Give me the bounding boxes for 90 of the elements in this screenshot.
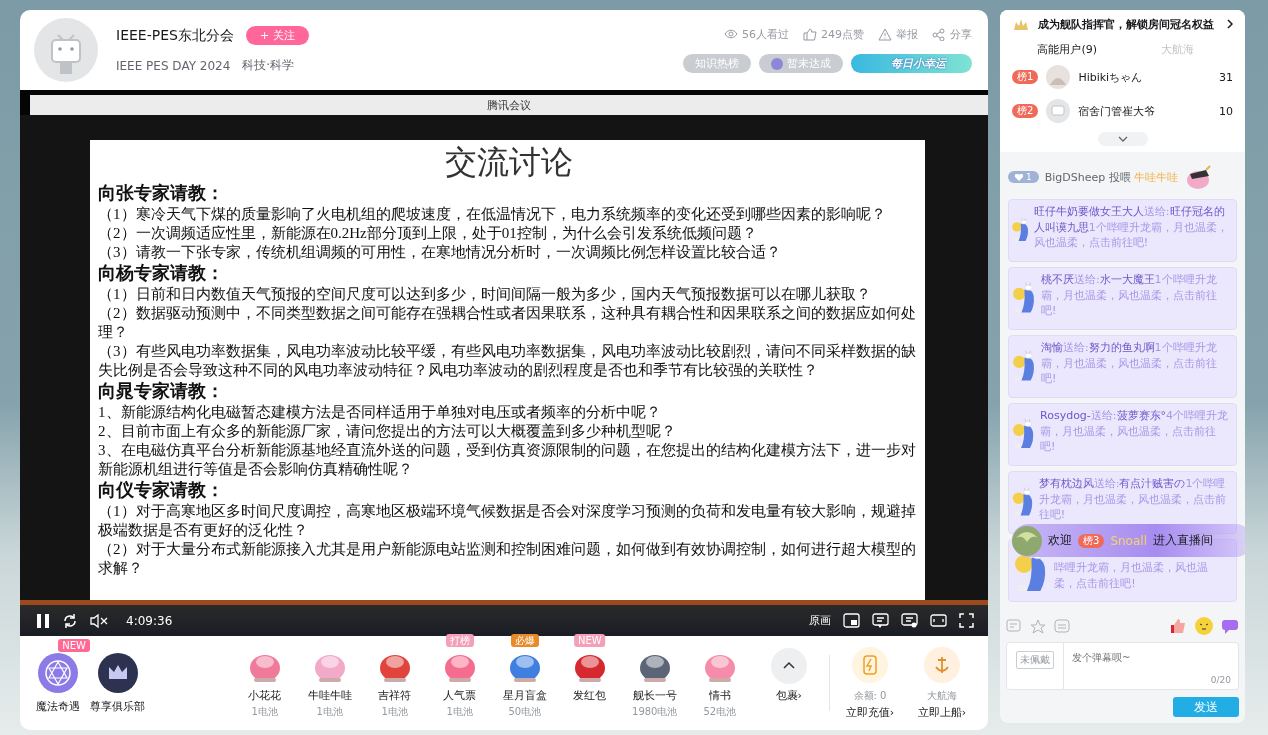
gift-notice-text: 旺仔牛奶要做女王大人送给:旺仔冠名的人叫谟九思1个哔哩升龙霸，月也温柔，风也温柔，点击前往吧! bbox=[1033, 204, 1229, 251]
star-icon[interactable] bbox=[1030, 618, 1046, 634]
board-link[interactable]: 立即上船› bbox=[917, 704, 967, 720]
avatar-icon bbox=[1046, 99, 1071, 123]
chevron-right-icon[interactable] bbox=[1227, 19, 1233, 29]
rank-badge: 榜2 bbox=[1012, 104, 1039, 118]
club-button[interactable]: 尊享俱乐部 bbox=[90, 652, 145, 714]
widescreen-icon[interactable] bbox=[930, 613, 947, 628]
battery-icon bbox=[852, 646, 888, 683]
score: 10 bbox=[1219, 104, 1233, 118]
slide-text: 3、在电磁仿真平台分析新能源基地经直流外送的问题，受到仿真资源限制的问题，在您提出的结构化建模方法下，进一步对新能源机组进行等值是否会影响仿真精确性呢？ bbox=[98, 441, 917, 479]
rank-badge: 榜3 bbox=[1078, 533, 1105, 548]
playback-time: 4:09:36 bbox=[126, 613, 173, 628]
orb-icon bbox=[771, 57, 783, 70]
picture-in-picture-icon[interactable] bbox=[843, 613, 860, 628]
caret-up-icon bbox=[770, 647, 807, 684]
gift-notice-text: 桃不厌送给:水一大魔王1个哔哩升龙霸，月也温柔，风也温柔，点击前往吧! bbox=[1040, 272, 1218, 319]
gift-item[interactable]: 人气票 1电池 bbox=[431, 647, 489, 719]
thumbs-up-icon bbox=[803, 28, 817, 41]
chat-bubble-icon[interactable] bbox=[1221, 618, 1239, 634]
gift-notice-text: Rosydog-送给:菠萝赛东°4个哔哩升龙霸，月也温柔，风也温柔，点击前往吧! bbox=[1040, 408, 1230, 455]
gift-item[interactable]: 牛哇牛哇 1电池 bbox=[301, 647, 359, 719]
danmaku-icon[interactable] bbox=[872, 613, 889, 628]
category-label[interactable]: 科技·科学 bbox=[242, 57, 295, 74]
streamer-name: IEEE-PES东北分会 bbox=[116, 26, 234, 45]
slide-heading: 向张专家请教： bbox=[98, 182, 225, 205]
danmaku-settings-icon[interactable] bbox=[901, 613, 918, 628]
avatar-icon bbox=[34, 18, 98, 82]
pause-icon[interactable] bbox=[36, 612, 50, 629]
chevron-down-icon bbox=[1117, 136, 1128, 142]
gift-notice-text: 哔哩升龙霸，月也温柔，风也温柔，点击前往吧! bbox=[1054, 560, 1210, 592]
avatar-icon bbox=[1012, 525, 1042, 556]
slide-text: （3）有些风电功率数据集，风电功率波动比较平缓，有些风电功率数据集，风电功率波动比较剧烈，请问不同采样数据的缺失比例是否会导致这种不同的风电功率波动特征？风电功率波动的剧烈程度是否也和季节有比较强的关联性？ bbox=[98, 342, 917, 380]
slide-heading: 向仪专家请教： bbox=[98, 479, 225, 502]
welcome-text: 进入直播间 bbox=[1152, 532, 1213, 549]
medal-tag: 未佩戴 bbox=[1016, 651, 1054, 669]
emoji-icon[interactable] bbox=[1195, 617, 1213, 635]
avatar-icon bbox=[1046, 65, 1071, 89]
gift-item[interactable]: 吉祥符 1电池 bbox=[366, 647, 424, 719]
magic-circle-icon bbox=[38, 652, 78, 693]
slide-text: 2、目前市面上有众多的新能源厂家，请问您提出的方法可以大概覆盖到多少种机型呢？ bbox=[98, 422, 677, 441]
slide-text: （2）对于大量分布式新能源接入尤其是用户新能源电站监测和控制困难问题，如何做到有效协调控制，如何进行超大模型的求解？ bbox=[98, 540, 917, 578]
muted-speaker-icon[interactable] bbox=[90, 612, 108, 629]
new-badge: NEW bbox=[58, 638, 90, 652]
slide-heading: 向杨专家请教： bbox=[98, 262, 225, 285]
slide-text: （1）对于高寒地区多时间尺度调控，高寒地区极端环境气候数据是否会对深度学习预测的负荷和发电量有较大影响，规避掉极端数据是否有更好的泛化性？ bbox=[98, 502, 917, 540]
share-icon bbox=[932, 28, 946, 41]
rank-badge: 榜1 bbox=[1012, 70, 1039, 84]
heart-icon bbox=[1015, 173, 1023, 181]
gift-notice-text: 淘愉送给:努力的鱼丸啊1个哔哩升龙霸，月也温柔，风也温柔，点击前往吧! bbox=[1040, 340, 1218, 387]
fan-medal: 1 bbox=[1008, 171, 1039, 183]
crown-icon bbox=[97, 652, 138, 693]
bag-button[interactable]: 包裹› bbox=[760, 647, 818, 719]
gift-message: BigDSheep 投喂 牛哇牛哇 bbox=[1044, 169, 1179, 185]
quality-button[interactable]: 原画 bbox=[809, 613, 831, 628]
refresh-icon[interactable] bbox=[62, 612, 78, 629]
fleet-label: 大航海 bbox=[927, 688, 957, 703]
thumbs-up-icon[interactable] bbox=[1169, 618, 1187, 634]
gift-item[interactable]: 发红包 bbox=[561, 647, 619, 719]
eye-icon bbox=[724, 28, 738, 41]
recharge-link[interactable]: 立即充值› bbox=[845, 704, 895, 720]
slide-text: （1）寒冷天气下煤的质量影响了火电机组的爬坡速度，在低温情况下，电力系统频率的变化还受到哪些因素的影响呢？ bbox=[98, 205, 887, 224]
tab[interactable]: 高能用户(9) bbox=[1012, 38, 1123, 60]
stream-title: IEEE PES DAY 2024 bbox=[116, 58, 231, 73]
warning-icon bbox=[878, 28, 892, 41]
slide-heading: 向晁专家请教： bbox=[98, 380, 225, 403]
user-name: 宿舍门管崔大爷 bbox=[1078, 103, 1157, 119]
gift-item[interactable]: 小花花 1电池 bbox=[236, 647, 294, 719]
slide-title: 交流讨论 bbox=[443, 143, 574, 182]
user-name: Hibikiちゃん bbox=[1078, 69, 1144, 85]
magic-event-button[interactable]: 魔法奇遇 bbox=[36, 652, 80, 714]
slide-text: （2）数据驱动预测中，不同类型数据之间可能存在强耦合性或者因果联系，这种具有耦合性和因果联系之间的数据应如何处理？ bbox=[98, 304, 917, 342]
gift-item[interactable]: 情书 52电池 bbox=[691, 647, 749, 719]
balance-label: 余额: 0 bbox=[853, 688, 887, 703]
slide-text: 1、新能源结构化电磁暂态建模方法是否同样适用于单独对电压或者频率的分析中呢？ bbox=[98, 403, 662, 422]
score: 31 bbox=[1219, 70, 1233, 84]
slide-text: （2）一次调频适应性里，新能源在0.2Hz部分顶到上限，处于01控制，为什么会引发系统低频问题？ bbox=[98, 224, 758, 243]
view-count: 56人看过 bbox=[724, 27, 789, 42]
welcome-text: 欢迎 bbox=[1048, 532, 1072, 549]
slide-text: （1）日前和日内数值天气预报的空间尺度可以达到多少，时间间隔一般为多少，国内天气预报数据可以在哪儿获取？ bbox=[98, 285, 872, 304]
anchor-icon bbox=[924, 646, 960, 683]
window-title: 腾讯会议 bbox=[487, 97, 531, 113]
char-count: 0/20 bbox=[1210, 675, 1231, 685]
gift-item[interactable]: 舰长一号 1980电池 bbox=[626, 647, 684, 719]
user-name: Snoall bbox=[1110, 533, 1147, 548]
gift-notice-text: 梦有枕边风送给:有点汁贼害の1个哔哩升龙霸，月也温柔，风也温柔，点击前往吧! bbox=[1038, 476, 1227, 523]
fullscreen-icon[interactable] bbox=[959, 613, 974, 628]
fleet-promo-link[interactable]: 成为舰队指挥官，解锁房间冠名权益 bbox=[1038, 16, 1219, 32]
gift-item[interactable]: 星月盲盒 50电池 bbox=[496, 647, 554, 719]
slide-text: （3）请教一下张专家，传统机组调频的可用性，在寒地情况分析时，一次调频比例怎样设置比较合适？ bbox=[98, 243, 782, 262]
